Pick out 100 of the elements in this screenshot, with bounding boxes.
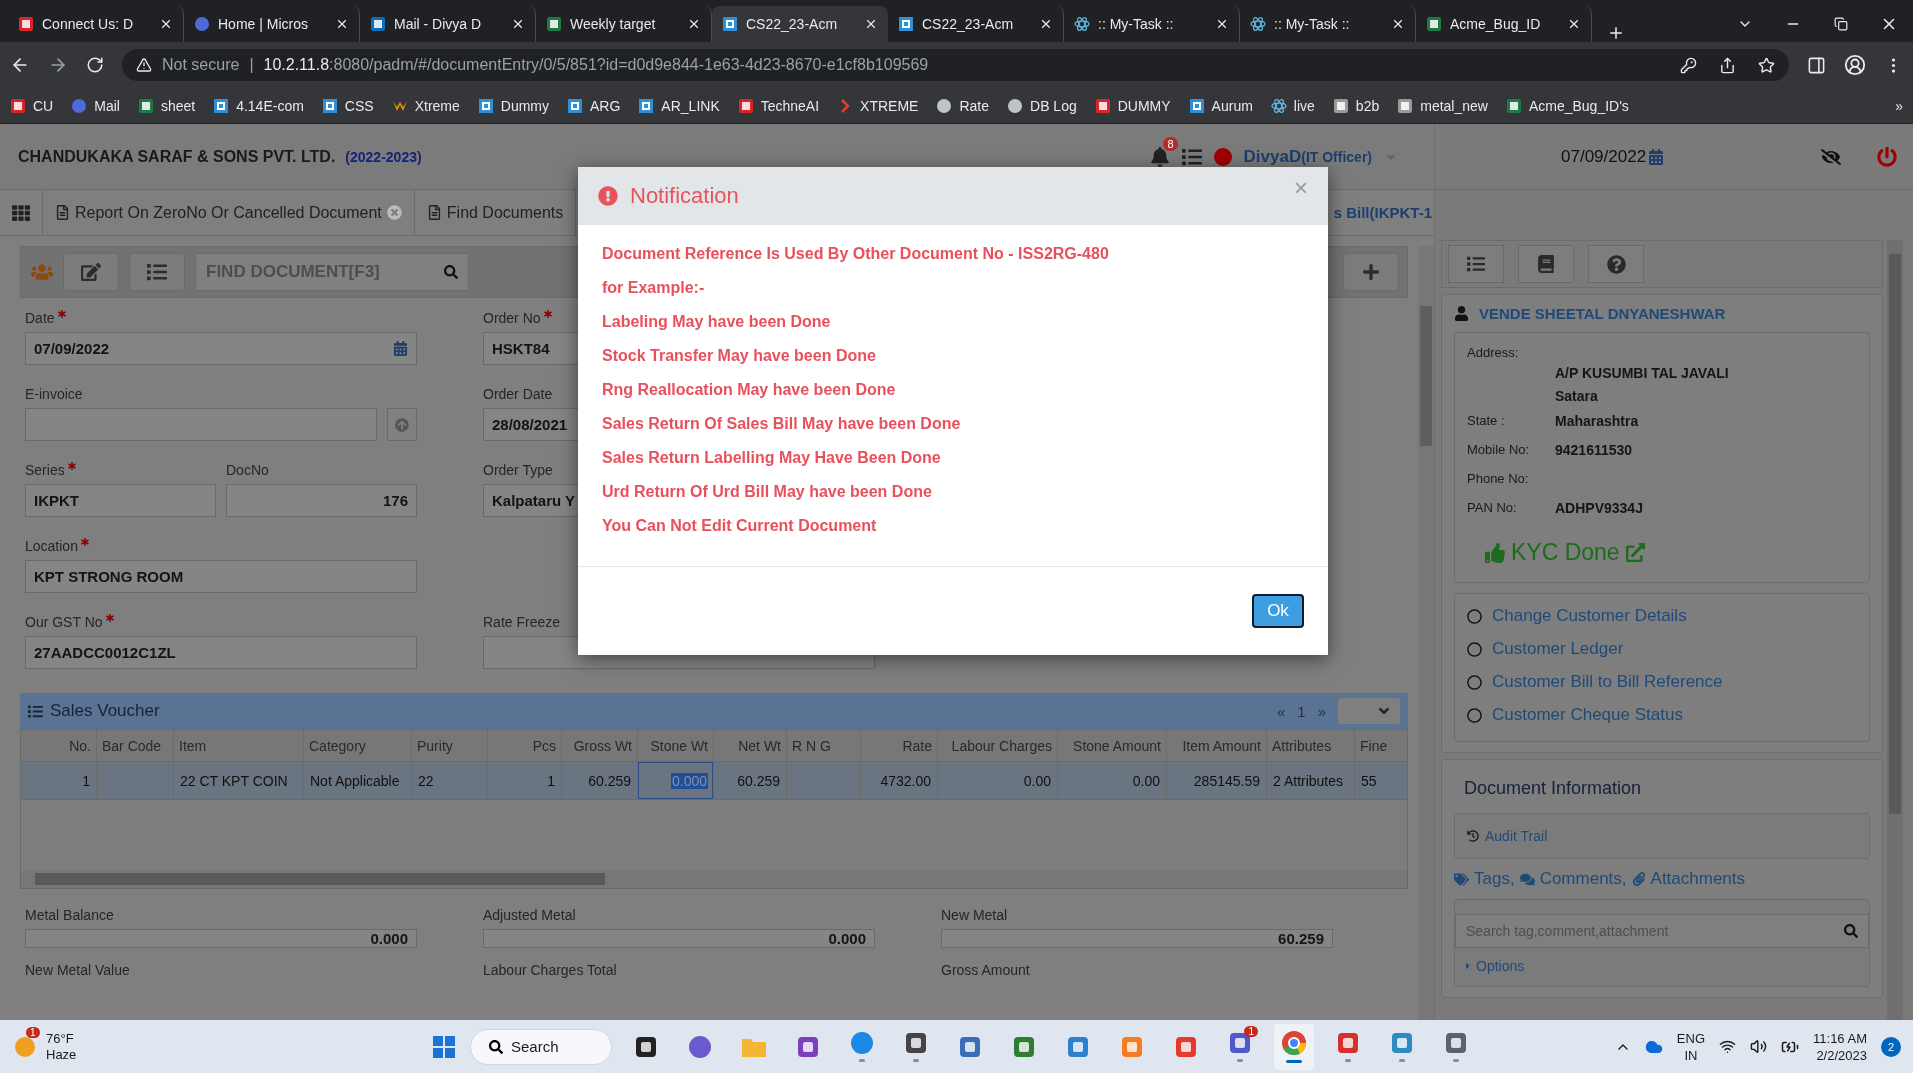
bookmark[interactable]: Aurum — [1188, 97, 1253, 114]
close-icon[interactable] — [511, 17, 525, 31]
bookmark[interactable]: Rate — [936, 97, 989, 114]
bookmark[interactable]: Xtreme — [391, 97, 460, 114]
circle-icon[interactable] — [688, 1034, 712, 1059]
bookmark[interactable]: Acme_Bug_ID's — [1505, 97, 1629, 114]
next-page[interactable]: » — [1317, 702, 1326, 720]
document-tab[interactable]: Report On ZeroNo Or Cancelled Document — [43, 190, 415, 235]
close-icon[interactable] — [1039, 17, 1053, 31]
list-icon[interactable] — [1181, 146, 1202, 167]
search-field[interactable]: Search — [470, 1028, 612, 1065]
document-tab[interactable]: s Bill(IKPKT-1 — [1333, 204, 1432, 221]
bookmark[interactable]: Mail — [71, 97, 120, 114]
weather-widget[interactable]: 76°F Haze — [46, 1030, 77, 1063]
share-icon[interactable] — [1719, 56, 1736, 74]
close-icon[interactable] — [687, 17, 701, 31]
input-field[interactable]: IKPKT — [25, 484, 216, 517]
bookmark[interactable]: DB Log — [1007, 97, 1077, 114]
add-button[interactable] — [1343, 253, 1399, 291]
column-header[interactable]: R N G — [787, 730, 861, 761]
profile-icon[interactable] — [1844, 54, 1866, 76]
scrollbar[interactable] — [21, 870, 1407, 888]
column-header[interactable]: Purity — [412, 730, 488, 761]
column-header[interactable]: Rate — [861, 730, 938, 761]
volume-icon[interactable] — [1750, 1038, 1768, 1055]
column-header[interactable]: Bar Code — [97, 730, 174, 761]
column-header[interactable]: Category — [304, 730, 412, 761]
url-text[interactable]: 10.2.11.8:8080/padm/#/documentEntry/0/5/851?id=d0d9e844-1e63-4d23-8670-e1cf8b109569 — [263, 56, 929, 74]
search-icon[interactable] — [444, 265, 458, 279]
list-button[interactable] — [129, 253, 185, 291]
more-bookmarks[interactable]: » — [1895, 97, 1903, 114]
column-header[interactable]: Stone Wt — [638, 730, 714, 761]
address-field[interactable]: Not secure | 10.2.11.8:8080/padm/#/documentEntry/0/5/851?id=d0d9e844-1e63-4d23-8670-e1cf8b109569 — [122, 49, 1789, 81]
bookmark[interactable]: CSS — [321, 97, 374, 114]
input-field[interactable]: 0.000 — [483, 929, 875, 948]
input-field[interactable]: 07/09/2022 — [25, 332, 417, 365]
search-icon[interactable] — [1844, 924, 1858, 938]
bookmark[interactable]: metal_new — [1397, 97, 1488, 114]
clock[interactable]: 11:16 AM 2/2/2023 — [1813, 1029, 1867, 1064]
close-icon[interactable] — [335, 17, 349, 31]
bookmark[interactable]: b2b — [1332, 97, 1380, 114]
input-field[interactable]: 0.000 — [25, 929, 417, 948]
column-header[interactable]: Net Wt — [714, 730, 787, 761]
close-icon[interactable] — [1215, 17, 1229, 31]
input-field[interactable]: 60.259 — [941, 929, 1333, 948]
calendar-icon[interactable] — [393, 341, 408, 356]
app-icon[interactable] — [904, 1031, 928, 1055]
ok-button[interactable]: Ok — [1252, 594, 1304, 628]
column-header[interactable]: Fine — [1355, 730, 1407, 761]
key-icon[interactable] — [1680, 56, 1697, 74]
bookmark[interactable]: XTREME — [837, 97, 919, 114]
circle-icon[interactable] — [850, 1031, 874, 1055]
reload-icon[interactable] — [86, 56, 104, 74]
input-field[interactable]: 27AADCC0012C1ZL — [25, 636, 417, 669]
taskbar-button[interactable]: 1 — [1220, 1023, 1260, 1070]
column-header[interactable]: Item — [174, 730, 304, 761]
bookmark[interactable]: DUMMY — [1094, 97, 1171, 114]
bookmark[interactable]: sheet — [137, 97, 196, 114]
side-panel-icon[interactable] — [1807, 55, 1826, 75]
grid-icon[interactable] — [12, 203, 30, 222]
input-field[interactable] — [25, 408, 377, 441]
column-header[interactable]: Pcs — [488, 730, 562, 761]
star-icon[interactable] — [1758, 56, 1775, 74]
page-number[interactable]: 1 — [1297, 702, 1306, 720]
restore-icon[interactable] — [1834, 17, 1848, 31]
column-header[interactable]: Labour Charges — [938, 730, 1058, 761]
column-header[interactable]: Gross Wt — [562, 730, 638, 761]
previous-page[interactable]: « — [1276, 702, 1286, 720]
circle-icon[interactable] — [1281, 1030, 1307, 1056]
bookmark[interactable]: CU — [10, 97, 54, 114]
bookmark[interactable]: 4.14E-com — [213, 97, 304, 114]
book-button[interactable] — [1518, 245, 1574, 283]
bookmark[interactable]: Dummy — [477, 97, 549, 114]
bookmark[interactable]: ARG — [567, 97, 621, 114]
list-button[interactable] — [1448, 245, 1504, 283]
edit-button[interactable] — [63, 253, 119, 291]
scrollbar[interactable] — [1887, 240, 1903, 1020]
language-indicator[interactable]: ENG IN — [1676, 1029, 1706, 1064]
document-tab[interactable]: Find Documents — [414, 190, 577, 235]
user-menu[interactable]: DivyaD(IT Officer) — [1243, 146, 1372, 167]
bookmark[interactable]: live — [1270, 97, 1315, 114]
bookmark[interactable]: AR_LINK — [638, 97, 720, 114]
app-icon[interactable] — [634, 1034, 658, 1059]
close-icon[interactable] — [159, 17, 173, 31]
scrollbar[interactable] — [1418, 246, 1434, 1020]
column-header[interactable]: Stone Amount — [1058, 730, 1167, 761]
column-header[interactable]: Attributes — [1267, 730, 1355, 761]
table-row[interactable]: 1 22 CT KPT COIN Not Applicable 22 1 60.259 0.000 60.259 4732.00 0.00 0.00 285145.59 2 Attributes 55 — [21, 762, 1407, 800]
bookmark[interactable]: TechneAI — [737, 97, 820, 114]
browser-tab[interactable]: CS22_23-Acm — [712, 6, 888, 42]
wifi-icon[interactable] — [1719, 1038, 1737, 1055]
eye-off-icon[interactable] — [1821, 146, 1841, 167]
windows-icon[interactable] — [432, 1034, 456, 1059]
new-tab-icon[interactable] — [1607, 24, 1625, 42]
notification-badge[interactable]: 2 — [1881, 1036, 1901, 1057]
help-button[interactable] — [1588, 245, 1644, 283]
column-header[interactable]: No. — [21, 730, 97, 761]
input-field[interactable]: KPT STRONG ROOM — [25, 560, 417, 593]
column-header[interactable]: Item Amount — [1167, 730, 1267, 761]
calendar-icon[interactable] — [1648, 148, 1665, 165]
